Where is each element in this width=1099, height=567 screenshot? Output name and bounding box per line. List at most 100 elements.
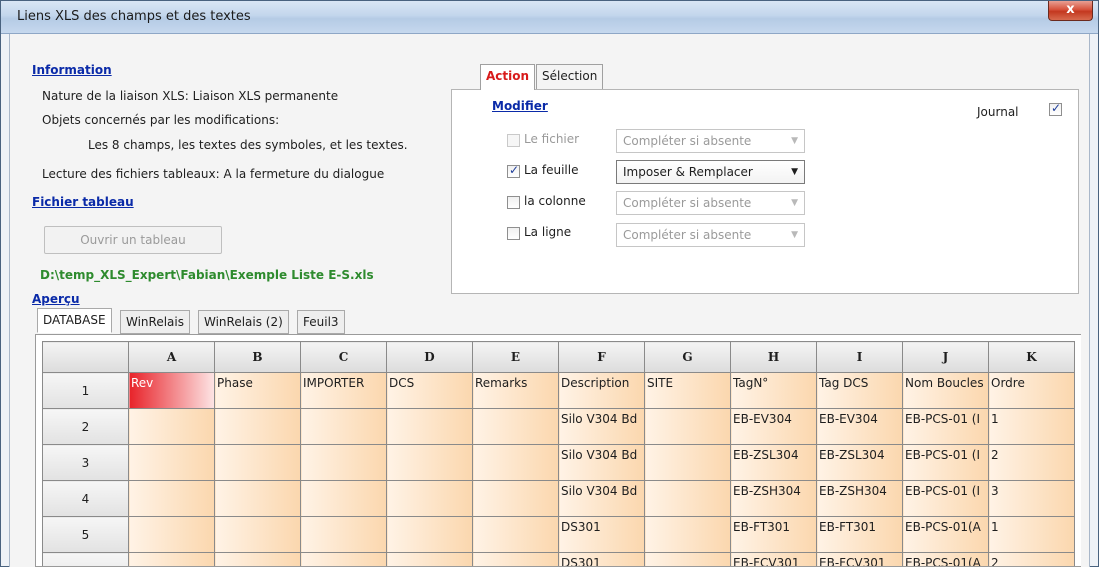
grid-cell[interactable] bbox=[644, 408, 731, 445]
grid-cell[interactable] bbox=[300, 444, 387, 481]
grid-cell[interactable]: EB-EV304 bbox=[730, 408, 817, 445]
column-header[interactable]: F bbox=[558, 341, 645, 373]
colonne-select[interactable]: Compléter si absente ▼ bbox=[616, 191, 805, 215]
grid-cell[interactable]: EB-FT301 bbox=[816, 516, 903, 553]
grid-cell[interactable] bbox=[128, 480, 215, 517]
feuille-checkbox[interactable]: ✓ bbox=[507, 163, 520, 178]
information-link[interactable]: Information bbox=[32, 63, 112, 77]
grid-cell[interactable]: Ordre bbox=[988, 372, 1075, 409]
sheet-preview[interactable]: ABCDEFGHIJK 1 Rev Phase IMPORTER DCS Remarks D… bbox=[35, 334, 1081, 567]
row-header[interactable]: 1 bbox=[42, 372, 129, 409]
grid-cell[interactable]: DS301 bbox=[558, 552, 645, 566]
grid-cell[interactable]: EB-FCV301 bbox=[730, 552, 817, 566]
apercu-link[interactable]: Aperçu bbox=[32, 292, 80, 306]
open-table-button[interactable]: Ouvrir un tableau bbox=[44, 226, 222, 254]
modifier-link[interactable]: Modifier bbox=[492, 99, 548, 113]
column-header[interactable]: G bbox=[644, 341, 731, 373]
grid-cell[interactable]: EB-ZSL304 bbox=[816, 444, 903, 481]
grid-cell[interactable]: 1 bbox=[988, 516, 1075, 553]
grid-cell[interactable] bbox=[386, 480, 473, 517]
column-header[interactable]: J bbox=[902, 341, 989, 373]
grid-cell[interactable]: 3 bbox=[988, 480, 1075, 517]
row-header[interactable]: 2 bbox=[42, 408, 129, 445]
grid-cell[interactable] bbox=[300, 408, 387, 445]
row-header[interactable]: 4 bbox=[42, 480, 129, 517]
title-bar[interactable]: Liens XLS des champs et des textes x bbox=[1, 1, 1098, 34]
column-header[interactable]: B bbox=[214, 341, 301, 373]
grid-cell[interactable] bbox=[386, 552, 473, 566]
row-header[interactable]: 5 bbox=[42, 516, 129, 553]
grid-cell[interactable] bbox=[128, 408, 215, 445]
grid-cell[interactable] bbox=[472, 480, 559, 517]
journal-checkbox[interactable]: ✓ bbox=[1049, 101, 1062, 116]
grid-cell[interactable]: EB-PCS-01 (I bbox=[902, 408, 989, 445]
grid-cell[interactable] bbox=[214, 516, 301, 553]
fichier-tableau-link[interactable]: Fichier tableau bbox=[32, 195, 134, 209]
colonne-checkbox[interactable] bbox=[507, 196, 520, 209]
grid-cell[interactable] bbox=[386, 408, 473, 445]
grid-cell[interactable]: SITE bbox=[644, 372, 731, 409]
column-header[interactable]: E bbox=[472, 341, 559, 373]
grid-cell[interactable]: Phase bbox=[214, 372, 301, 409]
grid-cell[interactable] bbox=[472, 552, 559, 566]
grid-cell[interactable] bbox=[128, 552, 215, 566]
grid-cell[interactable] bbox=[386, 444, 473, 481]
grid-cell[interactable] bbox=[472, 516, 559, 553]
close-button[interactable]: x bbox=[1048, 1, 1093, 21]
corner-header[interactable] bbox=[42, 341, 129, 373]
grid-cell[interactable] bbox=[214, 480, 301, 517]
grid-cell[interactable] bbox=[644, 480, 731, 517]
grid-cell[interactable]: EB-ZSH304 bbox=[730, 480, 817, 517]
grid-cell[interactable]: TagN° bbox=[730, 372, 817, 409]
grid-cell[interactable]: 1 bbox=[988, 408, 1075, 445]
column-header[interactable]: I bbox=[816, 341, 903, 373]
grid-cell[interactable] bbox=[214, 552, 301, 566]
grid-cell[interactable]: EB-ZSL304 bbox=[730, 444, 817, 481]
column-header[interactable]: K bbox=[988, 341, 1075, 373]
grid-cell[interactable]: EB-FCV301 bbox=[816, 552, 903, 566]
grid-cell[interactable]: EB-ZSH304 bbox=[816, 480, 903, 517]
grid-cell[interactable]: 2 bbox=[988, 552, 1075, 566]
grid-cell[interactable] bbox=[300, 516, 387, 553]
grid-cell[interactable] bbox=[300, 552, 387, 566]
grid-cell[interactable] bbox=[300, 480, 387, 517]
tab-selection[interactable]: Sélection bbox=[536, 64, 604, 89]
grid-cell[interactable]: Rev bbox=[128, 372, 215, 409]
sheet-tab-database[interactable]: DATABASE bbox=[37, 308, 112, 333]
grid-cell[interactable]: Silo V304 Bd bbox=[558, 408, 645, 445]
grid-cell[interactable]: EB-PCS-01 (I bbox=[902, 480, 989, 517]
grid-cell[interactable] bbox=[644, 552, 731, 566]
grid-cell[interactable] bbox=[644, 444, 731, 481]
ligne-checkbox[interactable] bbox=[507, 227, 520, 240]
row-header[interactable]: 3 bbox=[42, 444, 129, 481]
grid-cell[interactable] bbox=[472, 444, 559, 481]
grid-cell[interactable]: Description bbox=[558, 372, 645, 409]
grid-cell[interactable] bbox=[644, 516, 731, 553]
grid-cell[interactable]: EB-PCS-01 (I bbox=[902, 444, 989, 481]
row-header[interactable]: 6 bbox=[42, 552, 129, 566]
fichier-checkbox[interactable] bbox=[507, 134, 520, 147]
column-header[interactable]: C bbox=[300, 341, 387, 373]
feuille-select[interactable]: Imposer & Remplacer ▼ bbox=[616, 160, 805, 184]
grid-cell[interactable]: Nom Boucles bbox=[902, 372, 989, 409]
grid-cell[interactable]: Remarks bbox=[472, 372, 559, 409]
grid-cell[interactable]: 2 bbox=[988, 444, 1075, 481]
grid-cell[interactable]: EB-PCS-01(A bbox=[902, 552, 989, 566]
grid-cell[interactable]: Silo V304 Bd bbox=[558, 480, 645, 517]
grid-cell[interactable]: EB-EV304 bbox=[816, 408, 903, 445]
column-header[interactable]: H bbox=[730, 341, 817, 373]
column-header[interactable]: A bbox=[128, 341, 215, 373]
sheet-tab-winrelais-2[interactable]: WinRelais (2) bbox=[198, 310, 289, 334]
grid-cell[interactable] bbox=[214, 408, 301, 445]
sheet-tab-winrelais[interactable]: WinRelais bbox=[120, 310, 190, 334]
fichier-select[interactable]: Compléter si absente ▼ bbox=[616, 129, 805, 153]
column-header[interactable]: D bbox=[386, 341, 473, 373]
grid-cell[interactable] bbox=[472, 408, 559, 445]
grid-cell[interactable]: Tag DCS bbox=[816, 372, 903, 409]
tab-action[interactable]: Action bbox=[480, 64, 536, 90]
grid-cell[interactable] bbox=[128, 444, 215, 481]
grid-cell[interactable]: DS301 bbox=[558, 516, 645, 553]
grid-cell[interactable] bbox=[386, 516, 473, 553]
grid-cell[interactable]: Silo V304 Bd bbox=[558, 444, 645, 481]
grid-cell[interactable] bbox=[128, 516, 215, 553]
